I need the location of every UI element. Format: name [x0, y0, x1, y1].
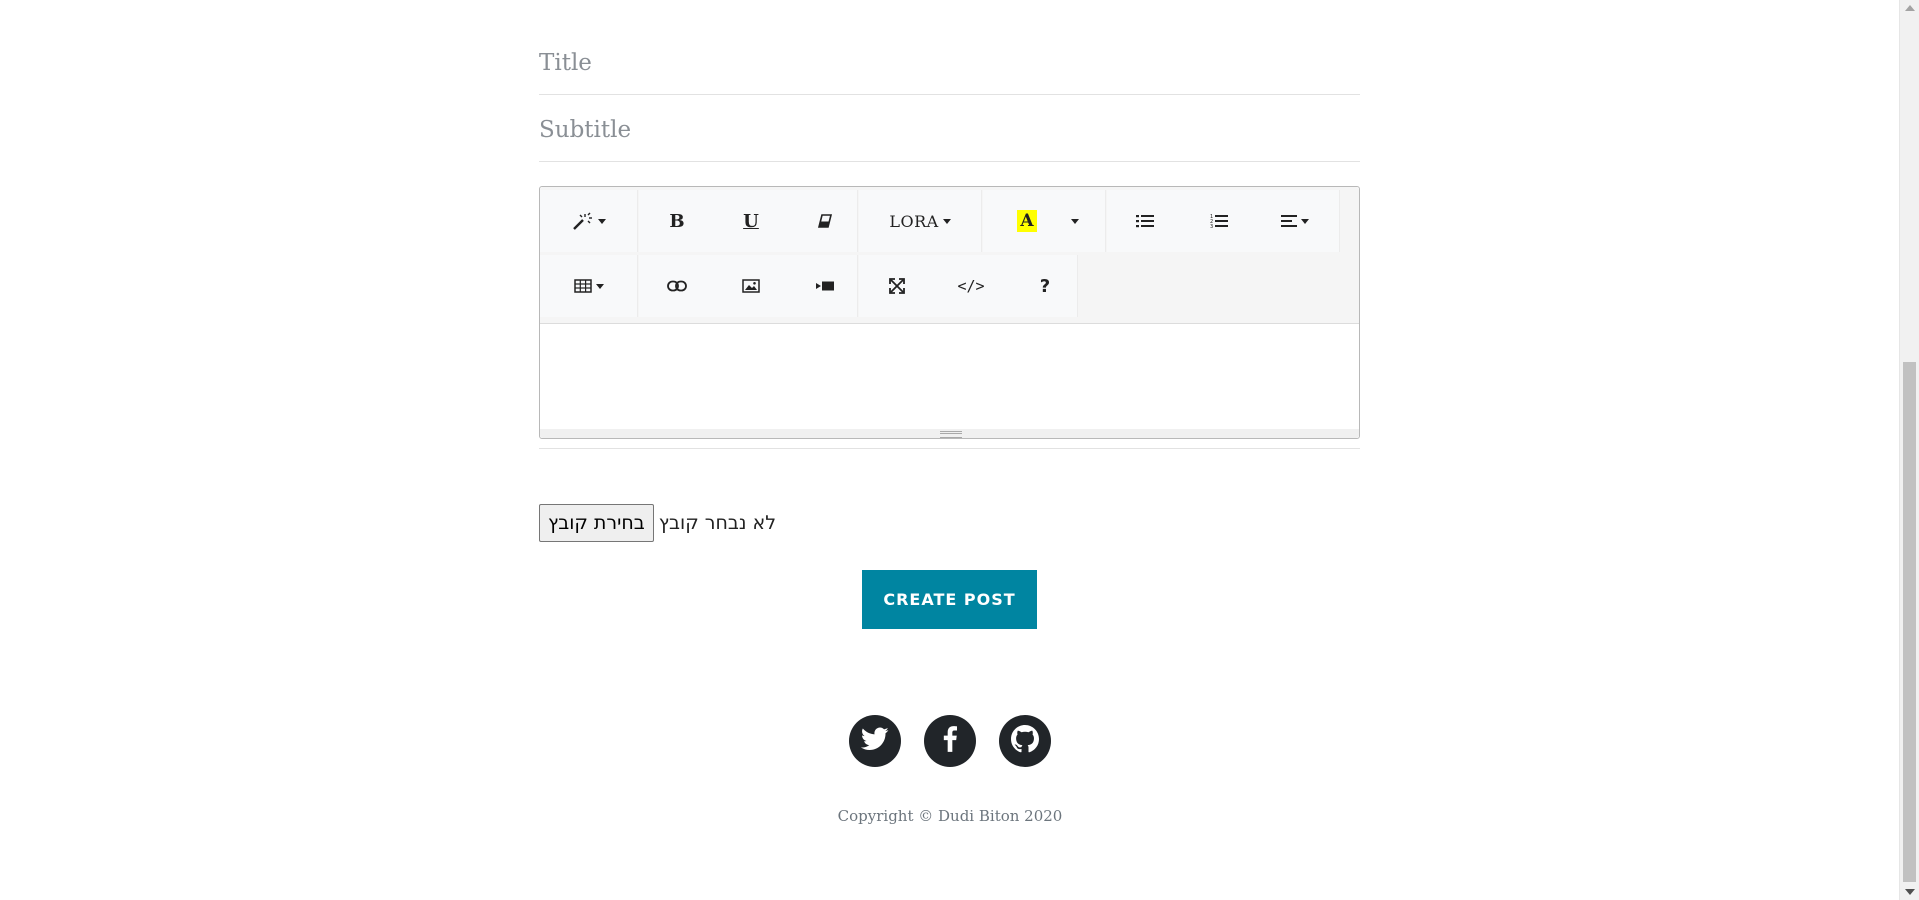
link-button[interactable] [640, 255, 714, 317]
scroll-up-arrow-icon[interactable] [1905, 5, 1915, 11]
editor-content-area[interactable] [540, 324, 1359, 428]
title-input[interactable] [539, 50, 1360, 76]
editor-resize-bar[interactable] [540, 429, 1359, 438]
twitter-icon [860, 727, 889, 755]
chevron-down-icon [942, 218, 951, 224]
chevron-down-icon [596, 283, 604, 289]
list-ol-icon: 123 [1210, 213, 1228, 229]
chevron-down-icon [1071, 218, 1079, 224]
twitter-link[interactable] [849, 715, 901, 767]
scroll-down-arrow-icon[interactable] [1905, 889, 1915, 895]
color-dropdown-button[interactable] [1058, 190, 1092, 252]
editor-divider [539, 448, 1360, 449]
paragraph-button[interactable] [1258, 190, 1332, 252]
code-icon: </> [957, 277, 985, 295]
underline-button[interactable]: U [714, 190, 788, 252]
link-icon [667, 280, 687, 292]
table-icon [574, 279, 592, 293]
style-button[interactable] [552, 190, 626, 252]
github-link[interactable] [999, 715, 1051, 767]
picture-button[interactable] [714, 255, 788, 317]
video-button[interactable] [788, 255, 862, 317]
font-color-icon: A [1017, 210, 1037, 232]
resize-grip-icon[interactable] [940, 431, 962, 438]
fullscreen-button[interactable] [860, 255, 934, 317]
toolbar-row-2: </> ? [540, 255, 1359, 317]
unordered-list-button[interactable] [1108, 190, 1182, 252]
rich-text-editor: B U LORA A 1 2 3 </> ? [539, 186, 1360, 439]
title-field[interactable] [539, 50, 1360, 95]
create-post-button[interactable]: Create Post [862, 570, 1037, 629]
file-input: בחירת קובץ לא נבחר קובץ [539, 504, 776, 542]
facebook-icon [943, 726, 957, 756]
font-name-label: LORA [889, 211, 939, 231]
video-icon [816, 280, 834, 292]
table-button[interactable] [552, 255, 626, 317]
font-name-button[interactable]: LORA [870, 190, 970, 252]
underline-icon: U [743, 210, 759, 232]
bold-icon: B [669, 210, 685, 232]
question-mark-icon: ? [1039, 275, 1051, 297]
help-button[interactable]: ? [1008, 255, 1082, 317]
subtitle-input[interactable] [539, 117, 1360, 143]
codeview-button[interactable]: </> [934, 255, 1008, 317]
bold-button[interactable]: B [640, 190, 714, 252]
choose-file-button[interactable]: בחירת קובץ [539, 504, 654, 542]
text-color-button[interactable]: A [997, 190, 1057, 252]
chevron-down-icon [1301, 218, 1309, 224]
clear-format-button[interactable] [788, 190, 862, 252]
facebook-link[interactable] [924, 715, 976, 767]
toolbar-row-1: B U LORA A 1 2 3 [540, 190, 1359, 252]
picture-icon [742, 279, 760, 293]
file-status-text: לא נבחר קובץ [658, 512, 776, 534]
fullscreen-icon [889, 278, 905, 294]
page: B U LORA A [0, 0, 1900, 900]
list-ul-icon [1136, 214, 1154, 228]
align-left-icon [1281, 215, 1297, 227]
editor-toolbar: B U LORA A 1 2 3 </> ? [540, 187, 1359, 324]
ordered-list-button[interactable]: 123 [1182, 190, 1256, 252]
eraser-icon [817, 214, 833, 228]
magic-wand-icon [572, 212, 594, 230]
subtitle-field[interactable] [539, 117, 1360, 162]
copyright-text: Copyright © Dudi Biton 2020 [837, 807, 1063, 825]
vertical-scrollbar[interactable] [1899, 0, 1919, 900]
svg-text:3: 3 [1210, 224, 1213, 229]
github-icon [1011, 725, 1039, 757]
chevron-down-icon [598, 218, 606, 224]
scrollbar-thumb[interactable] [1903, 362, 1916, 882]
